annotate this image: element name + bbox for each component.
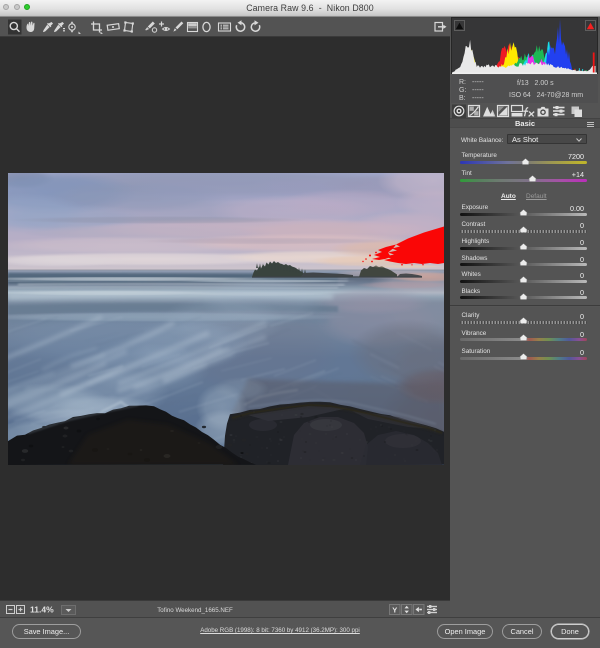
svg-text:11.4%: 11.4%: [30, 605, 54, 615]
svg-text:Tofino Weekend_1665.NEF: Tofino Weekend_1665.NEF: [157, 607, 233, 614]
svg-text:Y: Y: [392, 605, 397, 614]
